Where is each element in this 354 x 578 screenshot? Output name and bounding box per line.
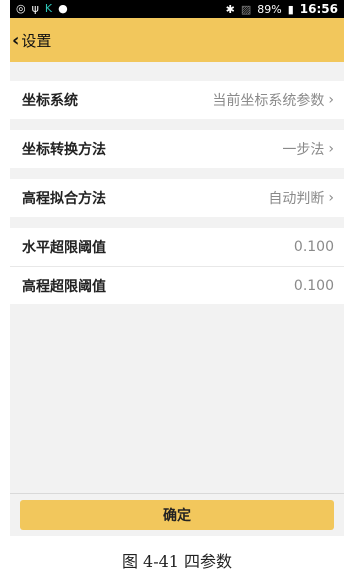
no-signal-icon: ▨	[240, 2, 252, 16]
app-bar: ‹ 设置	[10, 18, 344, 62]
coord-system-value: 当前坐标系统参数	[212, 93, 325, 109]
coord-transform-value: 一步法	[282, 142, 325, 158]
phone-screen: ◎ ψ K ● ✱ ▨ 89% ▮ 16:56 ‹ 设置 坐标系统 当前坐标系统…	[10, 0, 344, 536]
row-coord-transform[interactable]: 坐标转换方法 一步法 ›	[10, 130, 344, 168]
chevron-left-icon: ‹	[12, 29, 20, 51]
status-icons-right: ✱ ▨ 89% ▮ 16:56	[226, 2, 338, 16]
coord-transform-value-wrap: 一步法 ›	[282, 139, 334, 159]
horizontal-limit-label: 水平超限阈值	[22, 240, 106, 256]
clock: 16:56	[299, 2, 338, 16]
group-coord-system: 坐标系统 当前坐标系统参数 ›	[10, 81, 344, 119]
battery-percent: 89%	[257, 2, 282, 16]
back-label: 设置	[21, 31, 52, 50]
row-elevation-limit[interactable]: 高程超限阈值 0.100	[10, 266, 344, 304]
status-bar: ◎ ψ K ● ✱ ▨ 89% ▮ 16:56	[10, 0, 344, 18]
battery-icon: ▮	[287, 2, 294, 16]
row-coord-system[interactable]: 坐标系统 当前坐标系统参数 ›	[10, 81, 344, 119]
coord-transform-label: 坐标转换方法	[22, 142, 106, 158]
back-button[interactable]: ‹ 设置	[12, 18, 51, 62]
app-icon: K	[44, 2, 53, 15]
elevation-fit-value: 自动判断	[268, 191, 325, 207]
bluetooth-icon: ✱	[225, 2, 235, 16]
coord-system-value-wrap: 当前坐标系统参数 ›	[212, 90, 334, 110]
settings-icon: ◎	[16, 2, 26, 15]
group-coord-transform: 坐标转换方法 一步法 ›	[10, 130, 344, 168]
divider	[10, 493, 344, 494]
elevation-fit-label: 高程拟合方法	[22, 191, 106, 207]
figure-caption: 图 4-41 四参数	[121, 552, 233, 571]
group-thresholds: 水平超限阈值 0.100 高程超限阈值 0.100	[10, 228, 344, 304]
horizontal-limit-value[interactable]: 0.100	[294, 239, 334, 255]
confirm-button[interactable]: 确定	[20, 500, 334, 530]
android-icon: ●	[58, 2, 68, 15]
chevron-right-icon: ›	[328, 190, 334, 206]
elevation-limit-label: 高程超限阈值	[22, 278, 106, 295]
group-elevation-fit: 高程拟合方法 自动判断 ›	[10, 179, 344, 217]
row-horizontal-limit[interactable]: 水平超限阈值 0.100	[10, 228, 344, 266]
coord-system-label: 坐标系统	[22, 93, 78, 109]
usb-icon: ψ	[31, 2, 39, 15]
chevron-right-icon: ›	[328, 92, 334, 108]
elevation-fit-value-wrap: 自动判断 ›	[268, 188, 334, 208]
chevron-right-icon: ›	[328, 141, 334, 157]
elevation-limit-value[interactable]: 0.100	[294, 278, 334, 294]
row-elevation-fit[interactable]: 高程拟合方法 自动判断 ›	[10, 179, 344, 217]
status-icons-left: ◎ ψ K ●	[16, 2, 68, 16]
